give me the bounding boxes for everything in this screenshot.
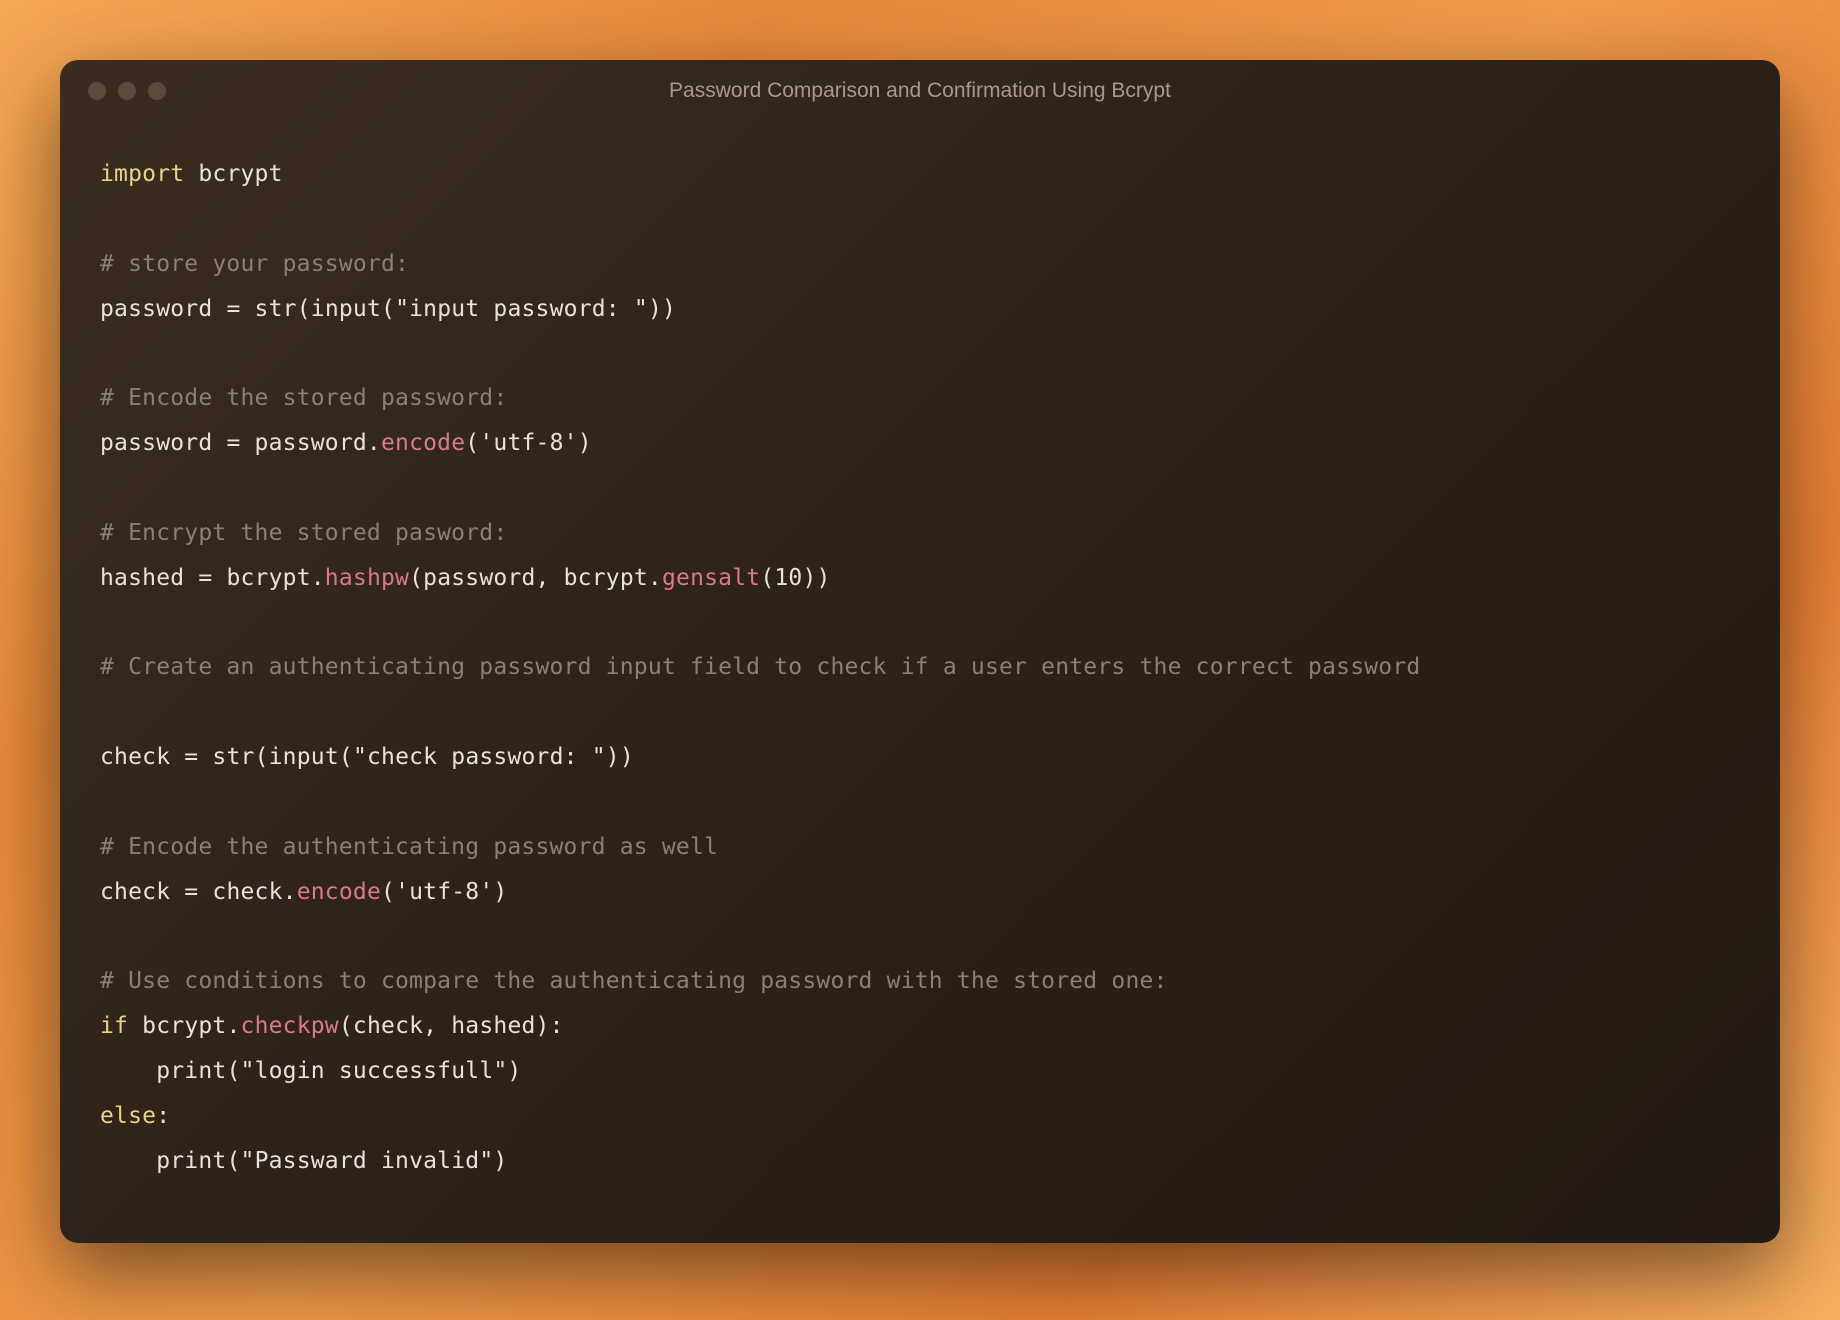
comment: # Encrypt the stored pasword: xyxy=(100,520,507,546)
minimize-icon[interactable] xyxy=(118,82,136,100)
code-line-blank xyxy=(100,331,1740,376)
builtin: str xyxy=(255,296,297,322)
keyword-else: else xyxy=(100,1103,156,1129)
code-line-blank xyxy=(100,600,1740,645)
variable: password xyxy=(100,430,212,456)
code-line: password = str(input("input password: ")… xyxy=(100,287,1740,332)
maximize-icon[interactable] xyxy=(148,82,166,100)
code-line: hashed = bcrypt.hashpw(password, bcrypt.… xyxy=(100,556,1740,601)
code-line: if bcrypt.checkpw(check, hashed): xyxy=(100,1004,1740,1049)
method: gensalt xyxy=(662,565,760,591)
string-literal: "input password: " xyxy=(395,296,648,322)
string-literal: 'utf-8' xyxy=(479,430,577,456)
traffic-lights xyxy=(88,82,166,100)
keyword-if: if xyxy=(100,1013,128,1039)
variable: check xyxy=(100,879,170,905)
comment: # store your password: xyxy=(100,251,409,277)
titlebar: Password Comparison and Confirmation Usi… xyxy=(60,60,1780,122)
variable: password xyxy=(100,296,212,322)
comment: # Create an authenticating password inpu… xyxy=(100,654,1420,680)
code-line: # Encrypt the stored pasword: xyxy=(100,511,1740,556)
builtin: input xyxy=(311,296,381,322)
number-literal: 10 xyxy=(774,565,802,591)
code-window: Password Comparison and Confirmation Usi… xyxy=(60,60,1780,1243)
code-line: check = str(input("check password: ")) xyxy=(100,735,1740,780)
close-icon[interactable] xyxy=(88,82,106,100)
builtin: str xyxy=(212,744,254,770)
code-line-blank xyxy=(100,466,1740,511)
variable: hashed xyxy=(100,565,184,591)
module-name: bcrypt xyxy=(198,161,282,187)
code-line: print("Passward invalid") xyxy=(100,1139,1740,1184)
string-literal: 'utf-8' xyxy=(395,879,493,905)
code-line: print("login successfull") xyxy=(100,1049,1740,1094)
string-literal: "Passward invalid" xyxy=(241,1148,494,1174)
code-line: password = password.encode('utf-8') xyxy=(100,421,1740,466)
builtin: print xyxy=(156,1058,226,1084)
code-line-blank xyxy=(100,690,1740,735)
method: encode xyxy=(381,430,465,456)
code-line-blank xyxy=(100,780,1740,825)
code-line-blank xyxy=(100,914,1740,959)
string-literal: "check password: " xyxy=(353,744,606,770)
method: checkpw xyxy=(241,1013,339,1039)
comment: # Encode the stored password: xyxy=(100,385,507,411)
code-line-blank xyxy=(100,197,1740,242)
window-title: Password Comparison and Confirmation Usi… xyxy=(669,79,1171,103)
method: hashpw xyxy=(325,565,409,591)
comment: # Use conditions to compare the authenti… xyxy=(100,968,1168,994)
string-literal: "login successfull" xyxy=(241,1058,508,1084)
code-line: # Use conditions to compare the authenti… xyxy=(100,959,1740,1004)
method: encode xyxy=(297,879,381,905)
builtin: input xyxy=(269,744,339,770)
code-editor[interactable]: import bcrypt # store your password: pas… xyxy=(60,122,1780,1243)
variable: check xyxy=(100,744,170,770)
code-line: else: xyxy=(100,1094,1740,1139)
code-line: check = check.encode('utf-8') xyxy=(100,870,1740,915)
code-line: # Encode the stored password: xyxy=(100,376,1740,421)
builtin: print xyxy=(156,1148,226,1174)
code-line: # Create an authenticating password inpu… xyxy=(100,645,1740,690)
code-line: import bcrypt xyxy=(100,152,1740,197)
code-line: # store your password: xyxy=(100,242,1740,287)
keyword-import: import xyxy=(100,161,184,187)
code-line: # Encode the authenticating password as … xyxy=(100,825,1740,870)
comment: # Encode the authenticating password as … xyxy=(100,834,718,860)
